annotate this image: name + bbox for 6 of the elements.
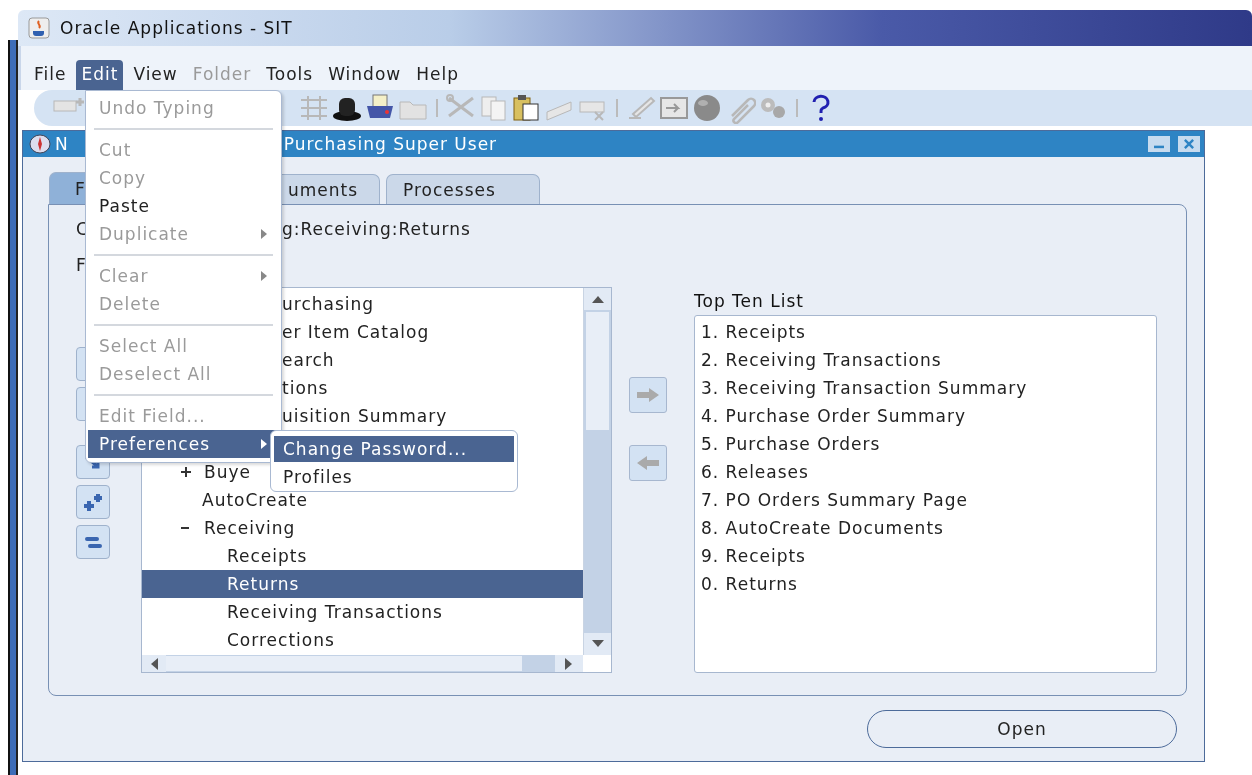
- window-title: Oracle Applications - SIT: [60, 18, 293, 38]
- window-title: N: [55, 134, 69, 154]
- list-title: Top Ten List: [694, 290, 805, 311]
- field-value: g:Receiving:Returns: [281, 219, 471, 239]
- field-label: F: [76, 255, 87, 275]
- window-title: Purchasing Super User: [283, 134, 498, 154]
